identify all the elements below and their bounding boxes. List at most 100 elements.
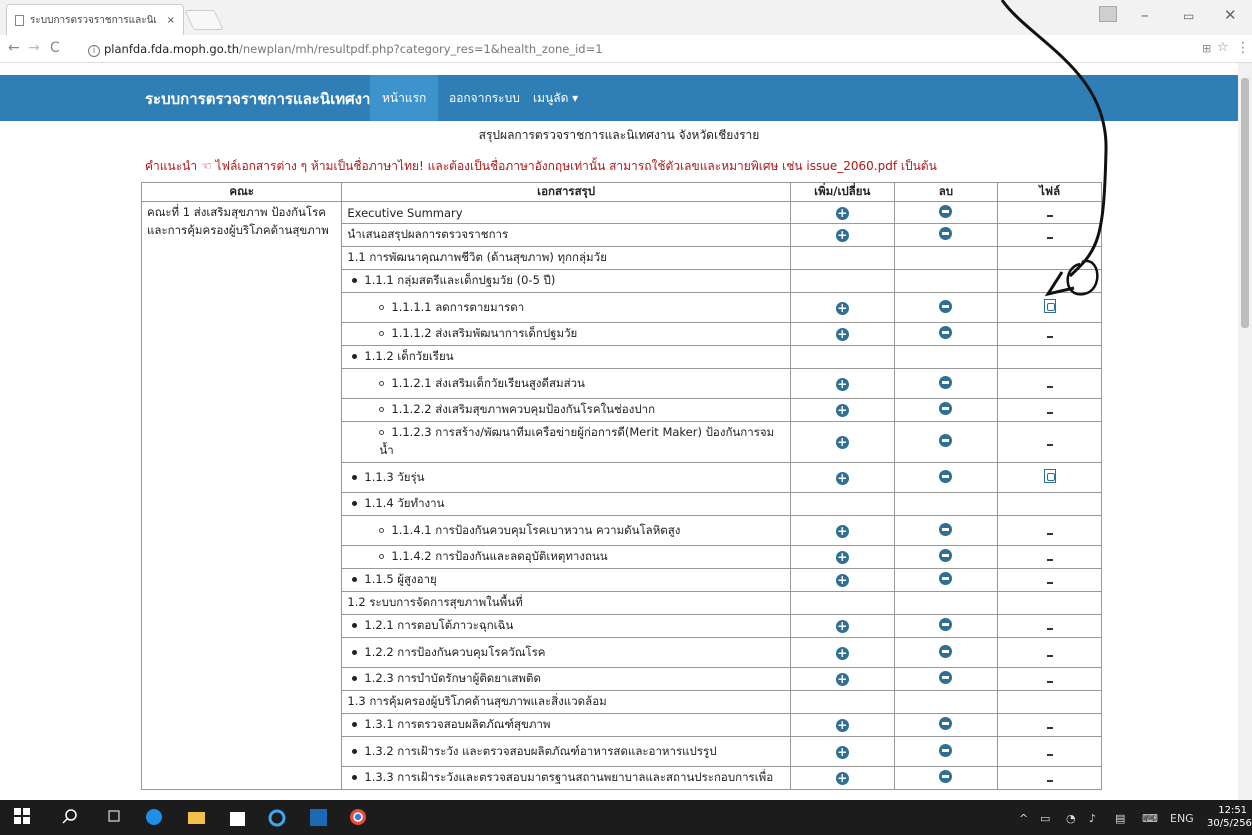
menu-icon[interactable]: ⋮: [1236, 40, 1250, 56]
chrome-icon[interactable]: [349, 808, 368, 827]
document-label: 1.1.2.1 ส่งเสริมเด็กวัยเรียนสูงดีสมส่วน: [391, 375, 585, 390]
delete-button-icon[interactable]: [939, 469, 953, 483]
add-button-icon[interactable]: +: [835, 646, 849, 660]
add-cell: +: [789, 736, 895, 767]
bullet-icon: [352, 676, 358, 681]
no-file-icon: [1046, 727, 1053, 729]
delete-cell: [893, 591, 999, 615]
forward-icon[interactable]: →: [28, 40, 40, 56]
edge-icon[interactable]: [145, 808, 164, 827]
add-button-icon[interactable]: +: [835, 471, 849, 485]
task-view-icon[interactable]: [106, 808, 125, 827]
delete-button-icon[interactable]: [939, 375, 953, 389]
add-button-icon[interactable]: +: [835, 377, 849, 391]
delete-button-icon[interactable]: [939, 299, 953, 313]
add-cell: [789, 345, 895, 369]
clock[interactable]: 12:51 30/5/2560: [1207, 804, 1252, 830]
add-button-icon[interactable]: +: [835, 745, 849, 759]
battery-icon[interactable]: ▭: [1040, 812, 1050, 825]
internet-explorer-icon[interactable]: [268, 808, 287, 827]
file-cell: [997, 568, 1102, 592]
delete-cell: [893, 736, 999, 767]
delete-button-icon[interactable]: [939, 770, 953, 783]
add-button-icon[interactable]: +: [835, 719, 849, 732]
tray-chevron-icon[interactable]: ^: [1019, 812, 1028, 825]
add-button-icon[interactable]: +: [835, 772, 849, 785]
delete-button-icon[interactable]: [939, 402, 953, 415]
add-button-icon[interactable]: +: [835, 673, 849, 686]
profile-icon[interactable]: [1099, 6, 1117, 22]
header-add: เพิ่ม/เปลี่ยน: [789, 182, 895, 202]
add-cell: +: [789, 614, 895, 638]
back-icon[interactable]: ←: [8, 40, 20, 56]
url-field[interactable]: i planfda.fda.moph.go.th/newplan/mh/resul…: [88, 42, 603, 57]
delete-button-icon[interactable]: [939, 434, 953, 447]
delete-cell: [893, 637, 999, 668]
delete-button-icon[interactable]: [939, 644, 953, 658]
translate-icon[interactable]: ⊞: [1202, 42, 1211, 55]
search-icon[interactable]: [62, 808, 81, 827]
add-button-icon[interactable]: +: [835, 229, 849, 242]
new-tab-button[interactable]: [184, 10, 224, 30]
add-button-icon[interactable]: +: [835, 328, 849, 341]
pdf-file-icon[interactable]: [1043, 299, 1056, 313]
delete-button-icon[interactable]: [939, 572, 953, 585]
delete-button-icon[interactable]: [939, 717, 953, 730]
add-button-icon[interactable]: +: [835, 301, 849, 315]
close-icon[interactable]: ✕: [1224, 6, 1237, 24]
add-button-icon[interactable]: +: [835, 404, 849, 417]
delete-button-icon[interactable]: [939, 326, 953, 339]
minimize-icon[interactable]: –: [1141, 6, 1149, 24]
circle-bullet-icon: [379, 331, 385, 336]
add-cell: +: [789, 292, 895, 323]
add-button-icon[interactable]: +: [835, 524, 849, 538]
document-label: 1.1.1.2 ส่งเสริมพัฒนาการเด็กปฐมวัย: [391, 326, 578, 340]
delete-cell: [893, 667, 999, 691]
add-button-icon[interactable]: +: [835, 436, 849, 449]
nav-shortcut-menu[interactable]: เมนูลัด ▾: [521, 75, 590, 121]
delete-button-icon[interactable]: [939, 743, 953, 757]
maximize-icon[interactable]: ▭: [1183, 9, 1194, 23]
page-icon: [15, 14, 24, 26]
brand-title[interactable]: ระบบการตรวจราชการและนิเทศงาน: [145, 87, 381, 111]
wifi-icon[interactable]: ◔: [1066, 812, 1076, 825]
star-icon[interactable]: ☆: [1217, 40, 1229, 55]
nav-logout[interactable]: ออกจากระบบ: [437, 75, 532, 121]
delete-button-icon[interactable]: [939, 618, 953, 631]
document-cell: Executive Summary: [341, 201, 791, 224]
file-cell: [997, 421, 1102, 463]
delete-button-icon[interactable]: [939, 671, 953, 684]
delete-button-icon[interactable]: [939, 549, 953, 562]
file-cell: [997, 637, 1102, 668]
pdf-file-icon[interactable]: [1043, 469, 1056, 483]
file-explorer-icon[interactable]: [187, 808, 206, 827]
document-cell: 1.1.2.3 การสร้าง/พัฒนาทีมเครือข่ายผู้ก่อ…: [341, 421, 791, 463]
store-icon[interactable]: [228, 808, 247, 827]
document-cell: 1.3.2 การเฝ้าระวัง และตรวจสอบผลิตภัณฑ์อา…: [341, 736, 791, 767]
browser-tab[interactable]: ระบบการตรวจราชการและนิเ ×: [6, 4, 184, 35]
document-label: 1.1.4.2 การป้องกันและลดอุบัติเหตุทางถนน: [391, 549, 608, 563]
notification-icon[interactable]: ▤: [1115, 812, 1125, 825]
document-label: Executive Summary: [347, 205, 463, 220]
reload-icon[interactable]: C: [50, 40, 60, 56]
add-button-icon[interactable]: +: [835, 574, 849, 587]
bullet-icon: [352, 278, 358, 283]
add-button-icon[interactable]: +: [835, 206, 849, 220]
delete-button-icon[interactable]: [939, 204, 953, 218]
scrollbar-thumb[interactable]: [1241, 78, 1249, 328]
add-cell: +: [789, 713, 895, 737]
add-button-icon[interactable]: +: [835, 620, 849, 633]
url-host: planfda.fda.moph.go.th: [104, 42, 240, 56]
language-indicator[interactable]: ENG: [1170, 812, 1194, 825]
media-player-icon[interactable]: [309, 808, 328, 827]
tab-close-button[interactable]: ×: [167, 15, 175, 26]
keyboard-icon[interactable]: ⌨: [1142, 812, 1158, 825]
delete-button-icon[interactable]: [939, 522, 953, 536]
add-button-icon[interactable]: +: [835, 551, 849, 564]
no-file-icon: [1046, 582, 1053, 584]
volume-icon[interactable]: ♪: [1089, 812, 1096, 825]
delete-button-icon[interactable]: [939, 227, 953, 240]
windows-icon[interactable]: [14, 808, 33, 827]
circle-bullet-icon: [379, 407, 385, 412]
nav-home[interactable]: หน้าแรก: [370, 75, 439, 121]
